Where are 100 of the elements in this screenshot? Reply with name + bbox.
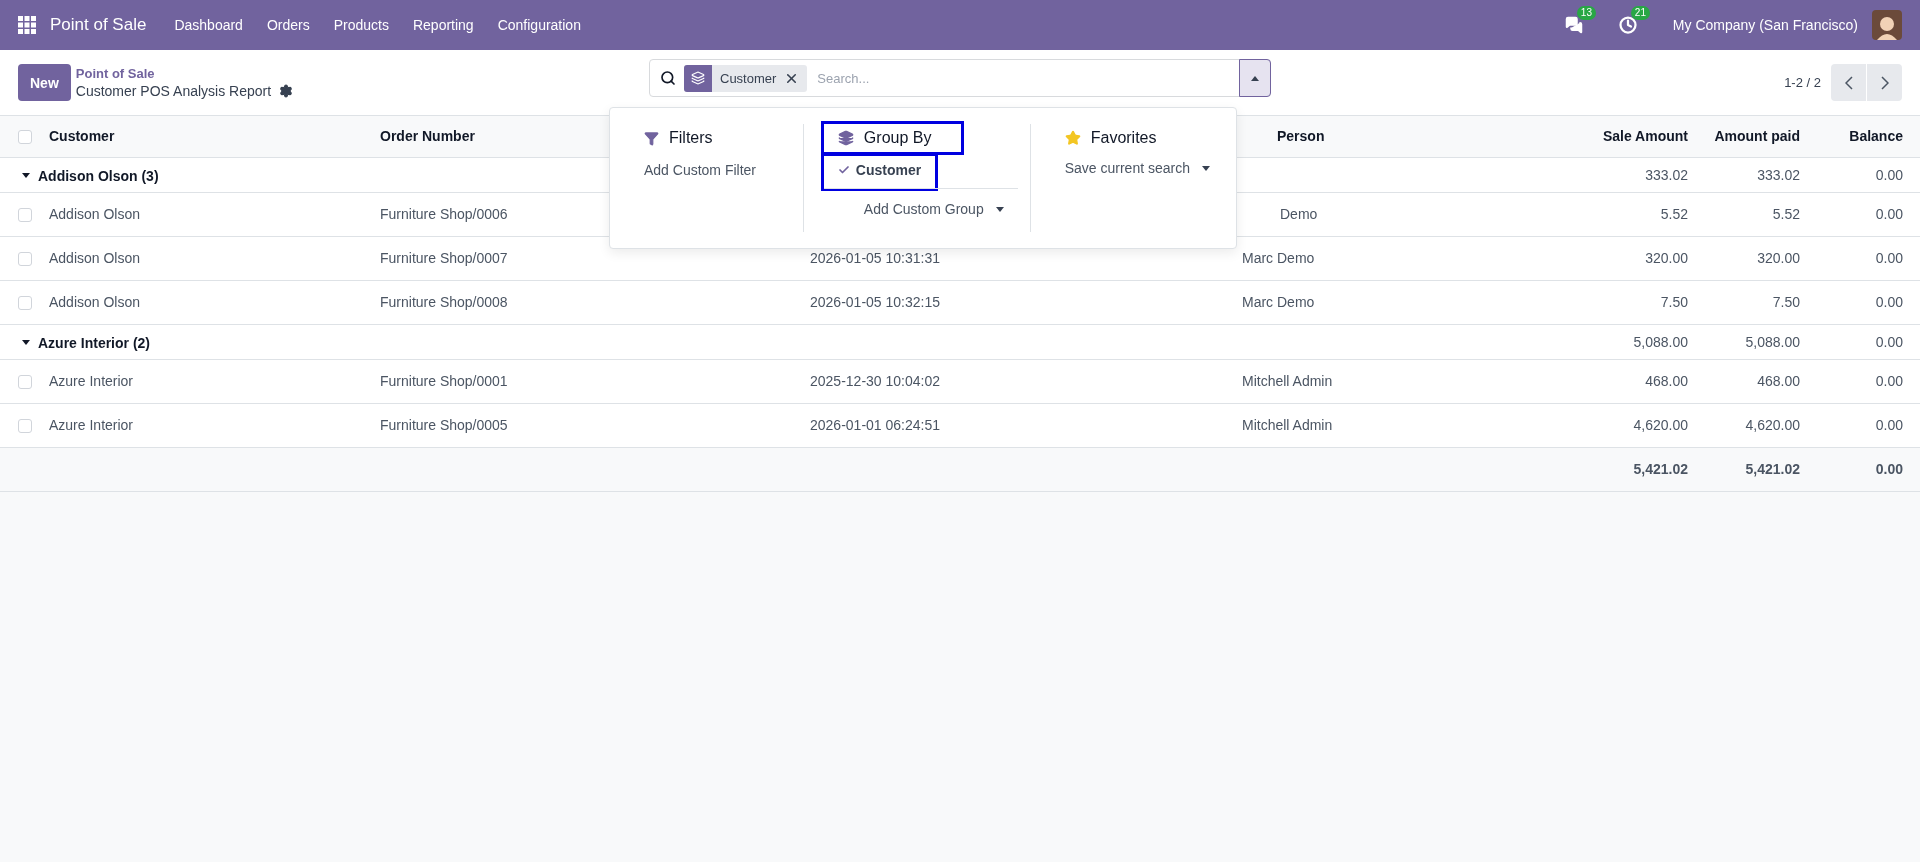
column-header: Order Number xyxy=(380,128,475,145)
table-cell: 0.00 xyxy=(1875,373,1903,389)
table-cell: 5.52 xyxy=(1772,206,1800,222)
section-title: Favorites xyxy=(1090,129,1157,147)
table-cell: Addison Olson xyxy=(49,250,141,266)
clock-icon[interactable] xyxy=(1618,16,1637,34)
column-header: Balance xyxy=(1849,128,1903,145)
pager-value[interactable]: 1-2 / 2 xyxy=(1784,75,1821,90)
chat-icon[interactable] xyxy=(1564,16,1583,34)
caret-icon xyxy=(22,340,30,346)
select-all-checkbox[interactable] xyxy=(18,130,32,145)
table-cell: 0.00 xyxy=(1875,294,1903,310)
toggle-search-panel-button[interactable] xyxy=(1239,59,1271,97)
caret-icon xyxy=(1202,165,1210,171)
table-cell: Addison Olson xyxy=(49,294,141,310)
table-cell: 468.00 xyxy=(1645,373,1688,389)
column-header: Customer xyxy=(49,128,115,145)
column-header: Amount paid xyxy=(1714,128,1800,145)
section-title: Filters xyxy=(669,129,713,147)
table-cell: 0.00 xyxy=(1875,166,1903,183)
table-cell: 5,421.02 xyxy=(1745,461,1800,477)
menu-option[interactable]: Customer xyxy=(823,156,936,188)
table-cell: Marc Demo xyxy=(1242,294,1315,310)
table-cell: Mitchell Admin xyxy=(1242,373,1333,389)
table-cell: 0.00 xyxy=(1875,250,1903,266)
chevron-right-icon xyxy=(1880,75,1889,90)
message-count-badge: 13 xyxy=(1576,6,1596,20)
table-cell: 4,620.00 xyxy=(1745,417,1800,433)
table-cell: 7.50 xyxy=(1660,294,1688,310)
table-cell: Furniture Shop/0008 xyxy=(380,294,508,310)
table-cell: 2026-01-05 10:32:15 xyxy=(810,294,940,310)
table-cell: 2026-01-05 10:31:31 xyxy=(810,250,940,266)
caret-icon xyxy=(1251,75,1259,81)
group-row-header[interactable]: Azure Interior (2) xyxy=(22,334,150,351)
check-icon xyxy=(837,164,850,176)
star-icon xyxy=(1064,130,1081,146)
page-title: Customer POS Analysis Report xyxy=(75,83,272,99)
layers-icon xyxy=(691,71,705,85)
layers-icon xyxy=(837,130,854,146)
table-cell: 2025-12-30 10:04:02 xyxy=(810,373,940,389)
table-cell: 5.52 xyxy=(1660,206,1688,222)
table-cell: 5,088.00 xyxy=(1745,333,1800,350)
table-cell: 0.00 xyxy=(1875,333,1903,350)
column-header: Sale Amount xyxy=(1602,128,1688,145)
table-cell: Furniture Shop/0007 xyxy=(380,250,508,266)
table-cell: 5,088.00 xyxy=(1633,333,1688,350)
caret-icon xyxy=(22,173,30,179)
chevron-left-icon xyxy=(1844,75,1853,90)
menu-item[interactable]: Products xyxy=(323,17,399,33)
table-cell: 5,421.02 xyxy=(1633,461,1688,477)
table-cell: 333.02 xyxy=(1645,166,1688,183)
menu-item[interactable]: Configuration xyxy=(487,17,591,33)
column-header: Person xyxy=(1277,128,1325,145)
menu-item[interactable]: Reporting xyxy=(402,17,484,33)
table-cell: Mitchell Admin xyxy=(1242,417,1333,433)
search-bar[interactable]: Customer Search... xyxy=(649,59,1271,97)
breadcrumb-link[interactable]: Point of Sale xyxy=(75,66,294,81)
table-cell: Furniture Shop/0001 xyxy=(380,373,508,389)
table-cell: 468.00 xyxy=(1757,373,1800,389)
filter-icon xyxy=(644,130,659,146)
add-custom-group-select[interactable]: Add Custom Group xyxy=(823,197,1018,217)
menu-item[interactable]: Orders xyxy=(256,17,320,33)
table-cell: 320.00 xyxy=(1645,250,1688,266)
menu-item[interactable]: Dashboard xyxy=(164,17,253,33)
table-cell: 0.00 xyxy=(1875,206,1903,222)
table-cell: Furniture Shop/0006 xyxy=(380,206,508,222)
activity-count-badge: 21 xyxy=(1630,6,1650,20)
settings-icon[interactable] xyxy=(279,84,294,98)
table-cell: 0.00 xyxy=(1875,417,1903,433)
group-row-header[interactable]: Addison Olson (3) xyxy=(22,167,159,184)
row-checkbox[interactable] xyxy=(18,419,32,434)
table-cell: Azure Interior xyxy=(49,373,134,389)
save-current-search-toggle[interactable]: Save current search xyxy=(1050,156,1224,176)
table-cell: 2026-01-01 06:24:51 xyxy=(810,417,940,433)
row-checkbox[interactable] xyxy=(18,252,32,267)
user-avatar[interactable] xyxy=(1872,10,1902,40)
table-cell: Demo xyxy=(1280,206,1318,222)
table-cell: 0.00 xyxy=(1875,461,1903,477)
previous-page-button[interactable] xyxy=(1831,64,1866,101)
search-icon xyxy=(660,70,676,86)
menu-option[interactable]: Add Custom Filter xyxy=(630,156,771,188)
table-cell: Marc Demo xyxy=(1242,250,1315,266)
table-cell: Azure Interior xyxy=(49,417,134,433)
new-button[interactable]: New xyxy=(18,64,71,101)
filter-facet[interactable]: Customer xyxy=(684,64,808,92)
table-cell: 7.50 xyxy=(1772,294,1800,310)
table-cell: Furniture Shop/0005 xyxy=(380,417,508,433)
next-page-button[interactable] xyxy=(1867,64,1902,101)
app-name[interactable]: Point of Sale xyxy=(50,15,147,35)
table-cell: Addison Olson xyxy=(49,206,141,222)
row-checkbox[interactable] xyxy=(18,296,32,311)
table-cell: 333.02 xyxy=(1757,166,1800,183)
section-title: Group By xyxy=(863,129,932,147)
caret-icon xyxy=(995,206,1004,212)
apps-grid-icon[interactable] xyxy=(18,16,36,34)
table-cell: 4,620.00 xyxy=(1633,417,1688,433)
table-cell: 320.00 xyxy=(1757,250,1800,266)
row-checkbox[interactable] xyxy=(18,208,32,223)
company-name[interactable]: My Company (San Francisco) xyxy=(1672,17,1858,33)
row-checkbox[interactable] xyxy=(18,375,32,390)
